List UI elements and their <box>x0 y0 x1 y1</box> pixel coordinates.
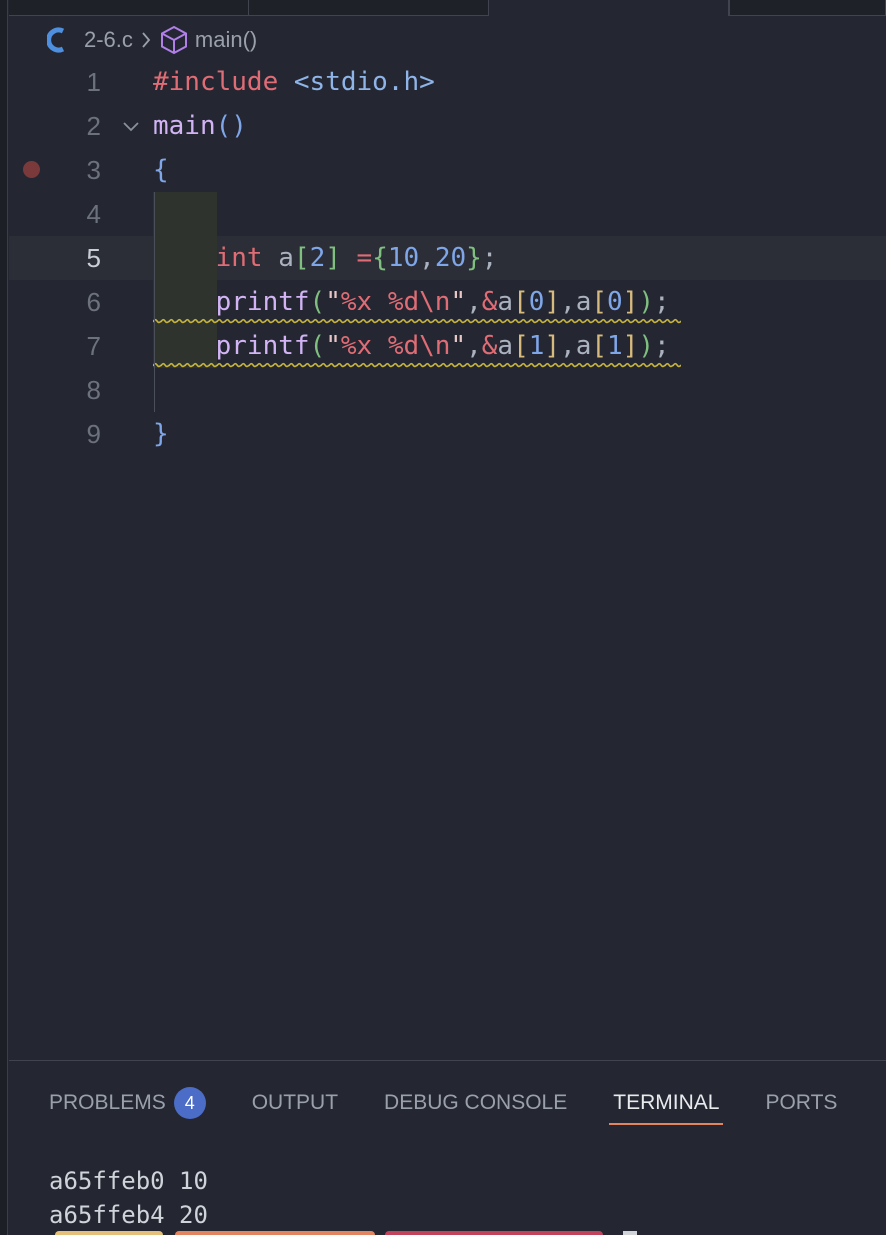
line-number: 7 <box>86 331 101 361</box>
c-language-icon <box>46 27 68 53</box>
line-number: 8 <box>86 375 101 405</box>
terminal-output-line: a65ffeb0 10 <box>49 1167 208 1195</box>
tab-label: OUTPUT <box>251 1091 339 1114</box>
breadcrumb-symbol[interactable]: main() <box>195 27 257 53</box>
tab-terminal[interactable]: TERMINAL <box>609 1083 724 1125</box>
tab-label: PROBLEMS <box>49 1091 166 1114</box>
line-number: 4 <box>86 199 101 229</box>
tab-problems[interactable]: PROBLEMS 4 <box>49 1083 206 1123</box>
code-line[interactable]: 7 printf("%x %d\n",&a[1],a[1]); <box>9 324 886 368</box>
code-line[interactable]: 8 <box>9 368 886 412</box>
editor-tab-strip <box>9 0 886 16</box>
editor-tab[interactable] <box>729 0 886 16</box>
line-number: 6 <box>86 287 101 317</box>
bottom-panel: PROBLEMS 4 OUTPUT DEBUG CONSOLE TERMINAL… <box>9 1060 886 1235</box>
terminal-output-line: a65ffeb4 20 <box>49 1201 208 1229</box>
code-line[interactable]: 3 { <box>9 148 886 192</box>
editor-tab-active[interactable] <box>489 0 729 16</box>
problems-count-badge: 4 <box>173 1087 206 1119</box>
breadcrumb: 2-6.c main() <box>46 25 257 55</box>
code-line[interactable]: 4 <box>9 192 886 236</box>
code-line-current[interactable]: 5 int a[2] ={10,20}; <box>9 236 886 280</box>
prompt-segment <box>55 1231 163 1235</box>
line-number: 2 <box>86 111 101 141</box>
activity-edge <box>0 0 8 1235</box>
breadcrumb-file[interactable]: 2-6.c <box>84 27 133 53</box>
tab-label: PORTS <box>765 1091 838 1114</box>
line-number: 3 <box>86 155 101 185</box>
fold-chevron-down-icon[interactable] <box>121 104 141 148</box>
line-number: 9 <box>86 419 101 449</box>
tab-debug-console[interactable]: DEBUG CONSOLE <box>384 1083 567 1123</box>
method-cube-icon <box>159 25 189 55</box>
prompt-segment <box>385 1231 603 1235</box>
chevron-right-icon <box>139 30 153 50</box>
tab-label: TERMINAL <box>613 1091 720 1114</box>
code-text: main() <box>153 111 247 141</box>
code-text: int a[2] ={10,20}; <box>215 243 498 273</box>
code-line[interactable]: 1 #include <stdio.h> <box>9 60 886 104</box>
panel-tab-bar: PROBLEMS 4 OUTPUT DEBUG CONSOLE TERMINAL… <box>49 1083 883 1125</box>
code-editor[interactable]: 1 #include <stdio.h> 2 main() 3 { 4 5 in… <box>9 60 886 1060</box>
code-line[interactable]: 9 } <box>9 412 886 456</box>
indent-highlight <box>153 192 217 236</box>
code-text: #include <stdio.h> <box>153 67 435 97</box>
code-text: } <box>153 419 169 449</box>
prompt-segment <box>175 1231 375 1235</box>
tab-output[interactable]: OUTPUT <box>252 1083 338 1123</box>
code-line[interactable]: 6 printf("%x %d\n",&a[0],a[0]); <box>9 280 886 324</box>
editor-tab[interactable] <box>9 0 249 16</box>
tab-ports[interactable]: PORTS <box>765 1083 837 1123</box>
indent-guide <box>154 192 155 412</box>
breakpoint-icon[interactable] <box>23 161 40 178</box>
line-number: 5 <box>86 243 101 273</box>
code-line[interactable]: 2 main() <box>9 104 886 148</box>
line-number: 1 <box>86 67 101 97</box>
terminal-cursor <box>623 1231 637 1235</box>
vscode-window: 2-6.c main() 1 #include <stdio.h> 2 main… <box>0 0 886 1235</box>
tab-label: DEBUG CONSOLE <box>384 1091 568 1114</box>
code-text: { <box>153 155 169 185</box>
editor-tab[interactable] <box>249 0 489 16</box>
